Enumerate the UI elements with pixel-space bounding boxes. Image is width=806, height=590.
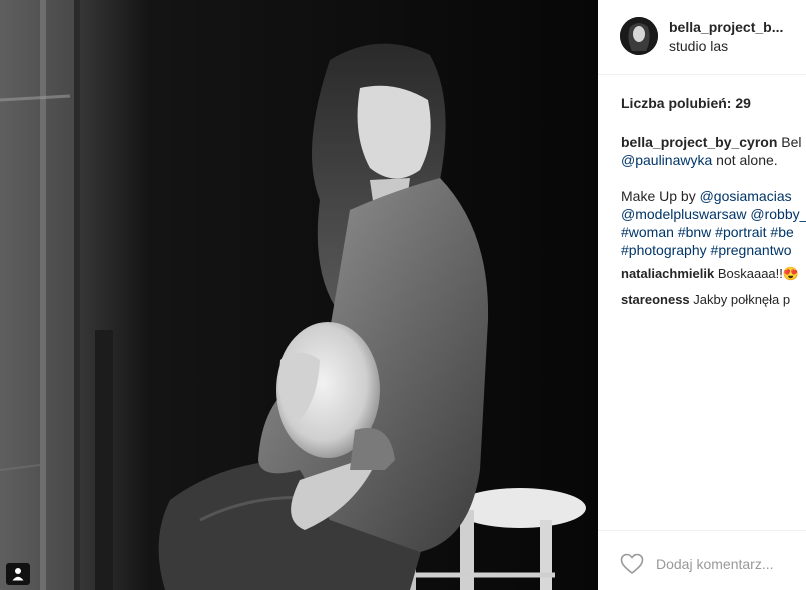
avatar[interactable] — [620, 17, 658, 55]
heart-icon — [620, 553, 644, 574]
mention-link[interactable]: @robby_ — [750, 206, 806, 222]
caption-text: Bel — [777, 134, 802, 150]
hashtag-link[interactable]: #bnw — [678, 224, 711, 240]
caption-line-6: #photography #pregnantwo — [621, 241, 791, 259]
hashtag-link[interactable]: #be — [770, 224, 793, 240]
mention-link[interactable]: @modelpluswarsaw — [621, 206, 746, 222]
comment-author[interactable]: stareoness — [621, 292, 690, 307]
comment-input[interactable] — [656, 553, 806, 575]
comment-text: Jakby połknęła p — [689, 292, 791, 307]
caption-text: not alone. — [712, 152, 778, 168]
post-footer — [598, 530, 806, 590]
photo-image — [0, 0, 598, 590]
caption-text: Make Up by — [621, 188, 700, 204]
comment-text: Boskaaaa!!😍 — [714, 266, 800, 281]
comment-item: nataliachmielik Boskaaaa!!😍 — [621, 265, 799, 283]
caption-author[interactable]: bella_project_by_cyron — [621, 134, 777, 150]
post-photo[interactable] — [0, 0, 598, 590]
comment-author[interactable]: nataliachmielik — [621, 266, 714, 281]
post-username[interactable]: bella_project_b... — [669, 19, 783, 35]
caption-line-1: bella_project_by_cyron Bel — [621, 133, 802, 151]
post-header: bella_project_b... studio las — [598, 0, 806, 75]
comment-item: stareoness Jakby połknęła p — [621, 291, 790, 309]
user-icon — [12, 568, 24, 581]
like-button[interactable] — [620, 553, 644, 575]
hashtag-link[interactable]: #photography — [621, 242, 707, 258]
tagged-user-badge[interactable] — [6, 563, 30, 585]
hashtag-link[interactable]: #portrait — [715, 224, 766, 240]
post-side-panel: bella_project_b... studio las Liczba pol… — [598, 0, 806, 590]
hashtag-link[interactable]: #pregnantwo — [711, 242, 792, 258]
likes-count[interactable]: Liczba polubień: 29 — [621, 95, 751, 111]
mention-link[interactable]: @paulinawyka — [621, 152, 712, 168]
caption-line-3: Make Up by @gosiamacias — [621, 187, 792, 205]
caption-line-2: @paulinawyka not alone. — [621, 151, 778, 169]
mention-link[interactable]: @gosiamacias — [700, 188, 792, 204]
caption-line-4: @modelpluswarsaw @robby_ — [621, 205, 806, 223]
post-location[interactable]: studio las — [669, 38, 728, 54]
caption-line-5: #woman #bnw #portrait #be — [621, 223, 794, 241]
hashtag-link[interactable]: #woman — [621, 224, 674, 240]
avatar-image — [620, 17, 658, 55]
